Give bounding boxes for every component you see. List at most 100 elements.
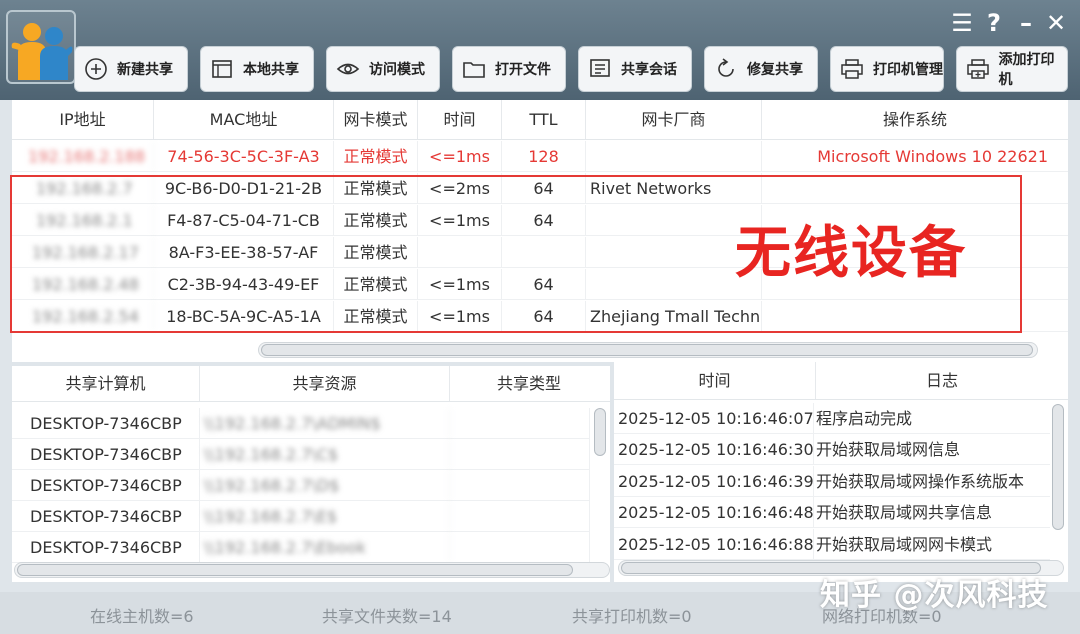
share-session-label: 共享会话 xyxy=(621,62,677,78)
new-share-button[interactable]: 新建共享 xyxy=(74,46,188,92)
host-mode: 正常模式 xyxy=(334,141,418,171)
share-row[interactable]: DESKTOP-7346CBP \\192.168.2.7\Ebook xyxy=(12,532,590,563)
refresh-icon xyxy=(713,56,739,82)
open-file-label: 打开文件 xyxy=(495,62,551,78)
log-message: 开始获取局域网信息 xyxy=(816,440,961,459)
share-computer: DESKTOP-7346CBP xyxy=(12,501,200,531)
folder-icon xyxy=(461,56,487,82)
hosts-table-header: IP地址 MAC地址 网卡模式 时间 TTL 网卡厂商 操作系统 xyxy=(12,100,1068,140)
add-printer-button[interactable]: 添加打印机 xyxy=(956,46,1068,92)
share-computer: DESKTOP-7346CBP xyxy=(12,532,200,562)
host-ip: 192.168.2.188 xyxy=(12,141,154,171)
host-time: <=1ms xyxy=(418,141,502,171)
share-row[interactable]: DESKTOP-7346CBP \\192.168.2.7\C$ xyxy=(12,439,590,470)
log-time: 2025-12-05 10:16:46:888 xyxy=(614,529,814,559)
col-time[interactable]: 时间 xyxy=(418,100,502,139)
minimize-icon[interactable]: – xyxy=(1012,8,1040,38)
printer-manage-label: 打印机管理 xyxy=(873,62,943,78)
share-type xyxy=(450,501,590,531)
repair-share-label: 修复共享 xyxy=(747,62,803,78)
window-icon xyxy=(209,56,235,82)
share-computer: DESKTOP-7346CBP xyxy=(12,470,200,500)
title-bar: ☰ ? – ✕ 新建共享 本地共享 访问模式 打开文件 共享会话 修复共享 打印… xyxy=(0,0,1080,100)
col-os[interactable]: 操作系统 xyxy=(762,100,1068,139)
col-mode[interactable]: 网卡模式 xyxy=(334,100,418,139)
log-row[interactable]: 2025-12-05 10:16:46:395 开始获取局域网操作系统版本 xyxy=(614,466,1050,497)
log-row[interactable]: 2025-12-05 10:16:46:888 开始获取局域网网卡模式 xyxy=(614,529,1050,560)
menu-icon[interactable]: ☰ xyxy=(948,8,976,38)
access-mode-button[interactable]: 访问模式 xyxy=(326,46,440,92)
share-resource: \\192.168.2.7\ADMIN$ xyxy=(200,408,450,438)
shared-folders-count: 共享文件夹数=14 xyxy=(322,607,452,626)
share-type xyxy=(450,439,590,469)
share-session-button[interactable]: 共享会话 xyxy=(578,46,692,92)
access-mode-label: 访问模式 xyxy=(369,62,425,78)
log-time: 2025-12-05 10:16:46:395 xyxy=(614,466,814,496)
online-hosts-count: 在线主机数=6 xyxy=(90,607,194,626)
document-list-icon xyxy=(587,56,613,82)
share-resource: \\192.168.2.7\C$ xyxy=(200,439,450,469)
col-vendor[interactable]: 网卡厂商 xyxy=(586,100,762,139)
col-ttl[interactable]: TTL xyxy=(502,100,586,139)
shares-vscroll-thumb[interactable] xyxy=(594,408,606,456)
host-ttl: 128 xyxy=(502,141,586,171)
printer-add-icon xyxy=(965,56,990,82)
close-icon[interactable]: ✕ xyxy=(1042,8,1070,38)
share-type xyxy=(450,532,590,562)
help-icon[interactable]: ? xyxy=(980,8,1008,38)
local-share-button[interactable]: 本地共享 xyxy=(200,46,314,92)
col-log-message[interactable]: 日志 xyxy=(816,362,1068,399)
app-logo xyxy=(6,10,76,84)
log-row[interactable]: 2025-12-05 10:16:46:305 开始获取局域网信息 xyxy=(614,434,1050,465)
shares-hscrollbar[interactable] xyxy=(14,562,610,578)
shared-printers-count: 共享打印机数=0 xyxy=(572,607,692,626)
log-vscroll-thumb[interactable] xyxy=(1052,404,1064,530)
log-time: 2025-12-05 10:16:46:481 xyxy=(614,497,814,527)
share-row[interactable]: DESKTOP-7346CBP \\192.168.2.7\ADMIN$ xyxy=(12,408,590,439)
watermark: 知乎 @次风科技 xyxy=(820,578,1049,613)
log-table-header: 时间 日志 xyxy=(614,362,1068,400)
log-message: 开始获取局域网共享信息 xyxy=(816,503,993,522)
share-computer: DESKTOP-7346CBP xyxy=(12,439,200,469)
log-time: 2025-12-05 10:16:46:072 xyxy=(614,403,814,433)
log-time: 2025-12-05 10:16:46:305 xyxy=(614,434,814,464)
share-resource: \\192.168.2.7\E$ xyxy=(200,501,450,531)
share-row[interactable]: DESKTOP-7346CBP \\192.168.2.7\E$ xyxy=(12,501,590,532)
host-mac: 74-56-3C-5C-3F-A3 xyxy=(154,141,334,171)
shares-table: 共享计算机 共享资源 共享类型 DESKTOP-7346CBP \\192.16… xyxy=(12,366,610,582)
shares-hscroll-thumb[interactable] xyxy=(17,564,573,576)
shares-table-header: 共享计算机 共享资源 共享类型 xyxy=(12,366,610,402)
host-row[interactable]: 192.168.2.188 74-56-3C-5C-3F-A3 正常模式 <=1… xyxy=(12,141,1068,172)
share-resource: \\192.168.2.7\Ebook xyxy=(200,532,450,562)
share-resource: \\192.168.2.7\D$ xyxy=(200,470,450,500)
col-share-computer[interactable]: 共享计算机 xyxy=(12,366,200,401)
new-share-label: 新建共享 xyxy=(117,62,173,78)
host-os: Microsoft Windows 10 22621 xyxy=(817,147,1048,166)
log-message: 开始获取局域网操作系统版本 xyxy=(816,472,1025,491)
col-share-type[interactable]: 共享类型 xyxy=(450,366,608,401)
wireless-devices-annotation: 无线设备 xyxy=(735,221,967,286)
log-table: 时间 日志 2025-12-05 10:16:46:072 程序启动完成 202… xyxy=(614,362,1068,582)
host-vendor xyxy=(586,141,762,171)
printer-icon xyxy=(839,56,865,82)
col-share-resource[interactable]: 共享资源 xyxy=(200,366,450,401)
share-type xyxy=(450,470,590,500)
col-mac[interactable]: MAC地址 xyxy=(154,100,334,139)
repair-share-button[interactable]: 修复共享 xyxy=(704,46,818,92)
share-type xyxy=(450,408,590,438)
log-row[interactable]: 2025-12-05 10:16:46:481 开始获取局域网共享信息 xyxy=(614,497,1050,528)
col-log-time[interactable]: 时间 xyxy=(614,362,816,399)
share-row[interactable]: DESKTOP-7346CBP \\192.168.2.7\D$ xyxy=(12,470,590,501)
log-row[interactable]: 2025-12-05 10:16:46:072 程序启动完成 xyxy=(614,403,1050,434)
share-computer: DESKTOP-7346CBP xyxy=(12,408,200,438)
open-file-button[interactable]: 打开文件 xyxy=(452,46,566,92)
hosts-hscrollbar[interactable] xyxy=(258,342,1038,358)
eye-icon xyxy=(335,56,361,82)
printer-manage-button[interactable]: 打印机管理 xyxy=(830,46,944,92)
local-share-label: 本地共享 xyxy=(243,62,299,78)
plus-circle-icon xyxy=(83,56,109,82)
add-printer-label: 添加打印机 xyxy=(998,52,1055,88)
col-ip[interactable]: IP地址 xyxy=(12,100,154,139)
hosts-hscroll-thumb[interactable] xyxy=(261,344,1033,356)
log-message: 程序启动完成 xyxy=(816,409,913,428)
